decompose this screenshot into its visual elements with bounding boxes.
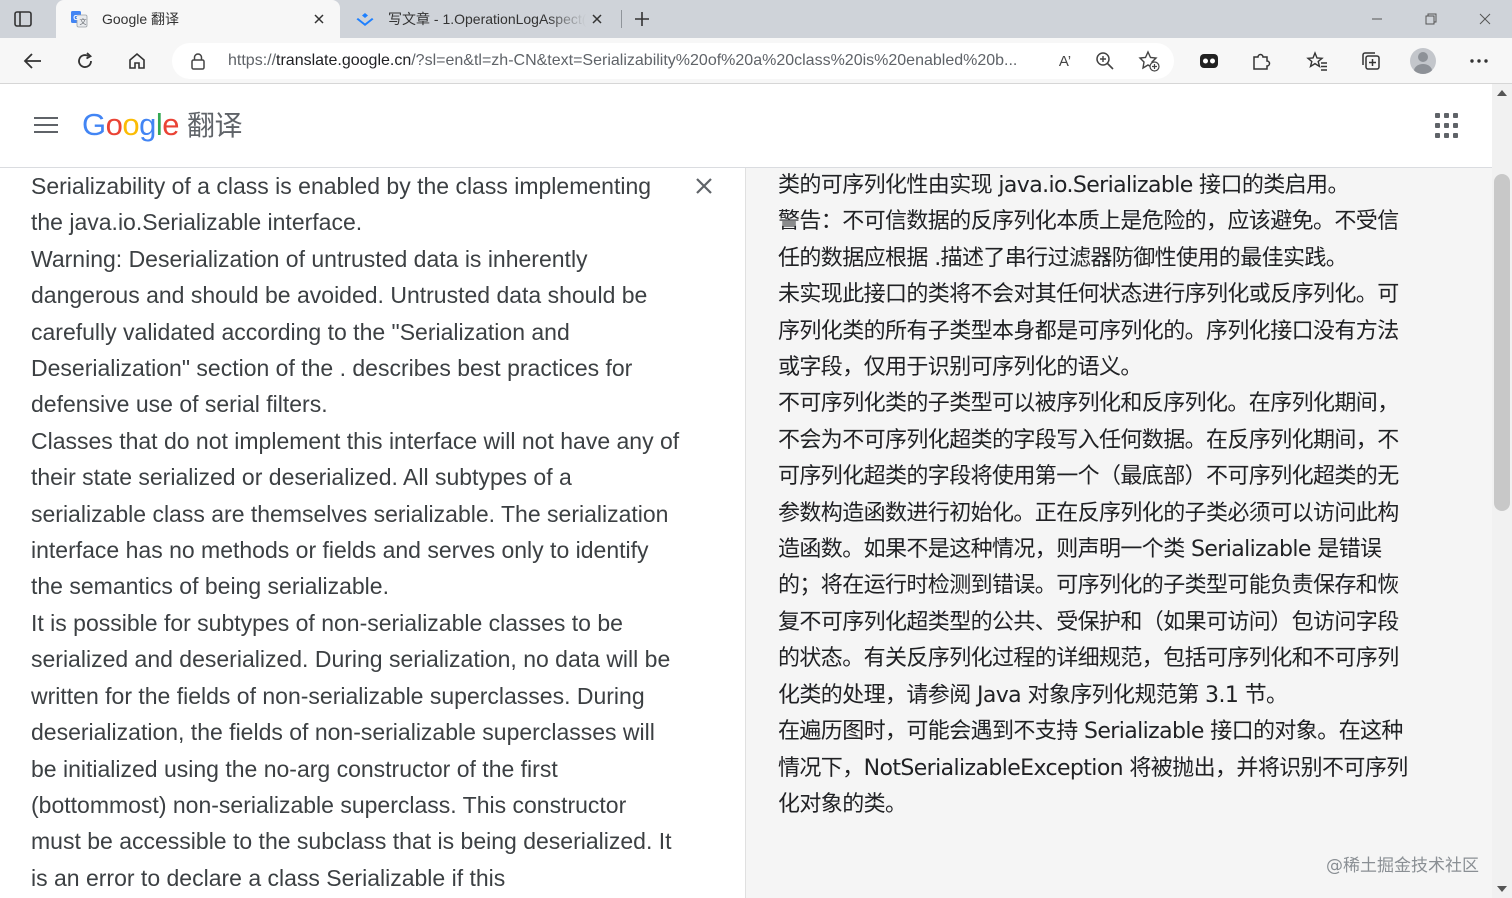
logo-letter: G (82, 107, 106, 142)
tab-title: Google 翻译 (102, 11, 180, 27)
restore-button[interactable] (1404, 0, 1458, 38)
close-tab-icon[interactable] (308, 8, 330, 30)
url-host: translate.google.cn (276, 52, 412, 69)
minimize-button[interactable] (1350, 0, 1404, 38)
hamburger-menu-icon[interactable] (30, 112, 62, 140)
url-path: /?sl=en&tl=zh-CN&text=Serializability%20… (411, 52, 1018, 69)
svg-text:G: G (73, 15, 79, 22)
juejin-icon (356, 10, 374, 28)
svg-text:文: 文 (80, 17, 87, 26)
scroll-up-icon[interactable] (1497, 90, 1507, 96)
url-text[interactable]: https://translate.google.cn/?sl=en&tl=zh… (228, 52, 1048, 70)
refresh-button[interactable] (68, 45, 102, 77)
clear-source-icon[interactable] (690, 172, 718, 200)
logo-product-name: 翻译 (187, 109, 243, 142)
extensions-puzzle-icon[interactable] (1244, 45, 1278, 77)
page-header: Google 翻译 (0, 84, 1492, 168)
more-menu-icon[interactable] (1462, 45, 1496, 77)
google-translate-icon: G文 (70, 10, 88, 28)
home-button[interactable] (120, 45, 154, 77)
address-bar[interactable]: https://translate.google.cn/?sl=en&tl=zh… (172, 43, 1174, 79)
close-tab-icon[interactable] (586, 8, 608, 30)
profile-avatar[interactable] (1410, 48, 1436, 74)
google-apps-icon[interactable] (1432, 110, 1464, 142)
browser-tab-strip: G文 Google 翻译 写文章 - 1.OperationLogAspect( (0, 0, 1512, 38)
browser-toolbar: https://translate.google.cn/?sl=en&tl=zh… (0, 38, 1512, 84)
scroll-down-icon[interactable] (1497, 886, 1507, 892)
logo-letter: g (139, 107, 156, 142)
logo-letter: o (122, 107, 140, 142)
logo-letter: e (162, 107, 180, 142)
tab-title: 写文章 - 1.OperationLogAspect( (388, 11, 586, 27)
translation-output-pane: 类的可序列化性由实现 java.io.Serializable 接口的类启用。 … (746, 168, 1492, 898)
logo-letter: o (105, 107, 123, 142)
tab-actions-icon[interactable] (12, 8, 34, 30)
favorites-icon[interactable] (1300, 45, 1334, 77)
collections-icon[interactable] (1354, 45, 1388, 77)
watermark: @稀土掘金技术社区 (1326, 856, 1479, 876)
scroll-thumb[interactable] (1494, 174, 1510, 511)
tab-separator (621, 10, 622, 28)
new-tab-button[interactable] (628, 6, 656, 32)
url-prefix: https:// (228, 52, 277, 69)
translation-output-text: 类的可序列化性由实现 java.io.Serializable 接口的类启用。 … (778, 173, 1408, 817)
read-aloud-icon[interactable]: A’ (1052, 49, 1078, 73)
zoom-icon[interactable] (1092, 49, 1118, 73)
add-favorite-icon[interactable] (1136, 49, 1162, 73)
lock-icon[interactable] (190, 52, 206, 74)
tab-juejin-editor[interactable]: 写文章 - 1.OperationLogAspect( (342, 0, 618, 38)
page-scrollbar[interactable] (1492, 84, 1512, 898)
back-button[interactable] (16, 45, 50, 77)
close-window-button[interactable] (1458, 0, 1512, 38)
extension-app-icon[interactable] (1192, 45, 1226, 77)
source-text-pane: Serializability of a class is enabled by… (0, 168, 746, 898)
source-text-input[interactable]: Serializability of a class is enabled by… (31, 168, 681, 896)
google-translate-logo[interactable]: Google 翻译 (82, 104, 243, 144)
tab-google-translate[interactable]: G文 Google 翻译 (56, 0, 340, 38)
